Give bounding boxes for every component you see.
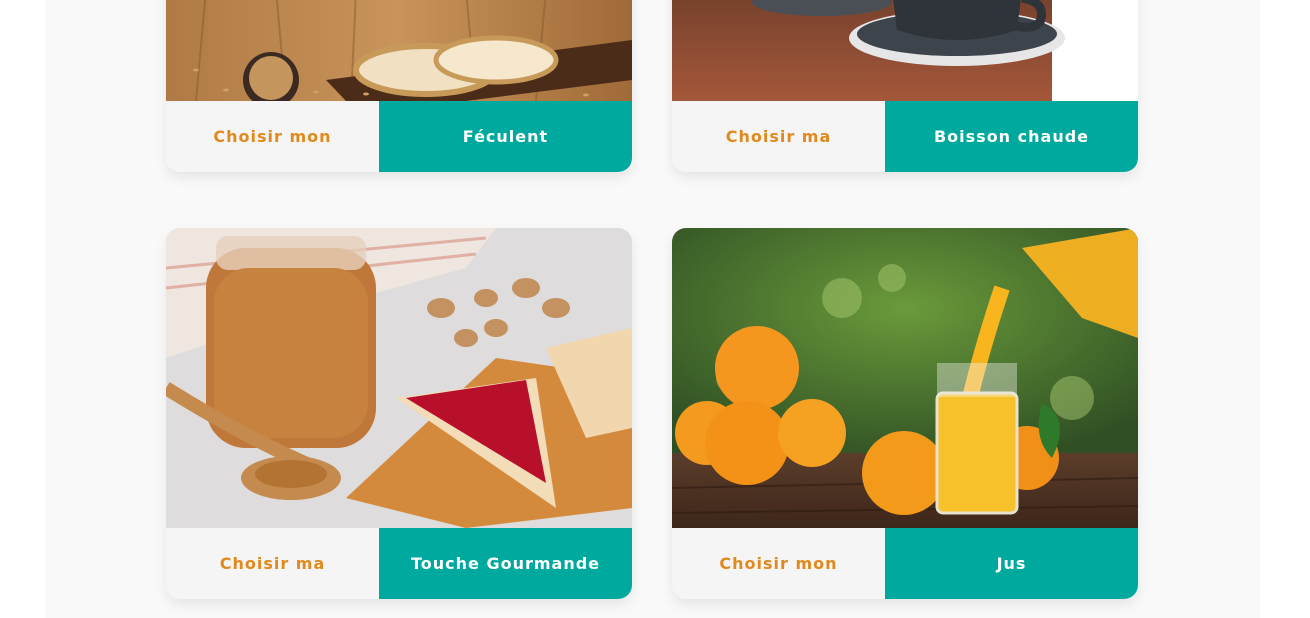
card-jus[interactable]: Choisir mon Jus <box>672 228 1138 599</box>
choose-label[interactable]: Choisir ma <box>166 528 379 599</box>
choose-label[interactable]: Choisir mon <box>672 528 885 599</box>
category-button[interactable]: Boisson chaude <box>885 101 1138 172</box>
card-touche-gourmande[interactable]: Choisir ma Touche Gourmande <box>166 228 632 599</box>
bread-and-wheat-photo <box>166 0 632 101</box>
category-button[interactable]: Jus <box>885 528 1138 599</box>
card-footer: Choisir mon Jus <box>672 528 1138 599</box>
card-footer: Choisir mon Féculent <box>166 101 632 172</box>
choose-label[interactable]: Choisir mon <box>166 101 379 172</box>
card-boisson-chaude[interactable]: Choisir ma Boisson chaude <box>672 0 1138 172</box>
orange-juice-photo <box>672 228 1138 528</box>
peanut-butter-jam-toast-photo <box>166 228 632 528</box>
coffee-cup-photo <box>672 0 1138 101</box>
card-footer: Choisir ma Touche Gourmande <box>166 528 632 599</box>
category-button[interactable]: Touche Gourmande <box>379 528 632 599</box>
choose-label[interactable]: Choisir ma <box>672 101 885 172</box>
category-button[interactable]: Féculent <box>379 101 632 172</box>
card-footer: Choisir ma Boisson chaude <box>672 101 1138 172</box>
card-feculent[interactable]: Choisir mon Féculent <box>166 0 632 172</box>
